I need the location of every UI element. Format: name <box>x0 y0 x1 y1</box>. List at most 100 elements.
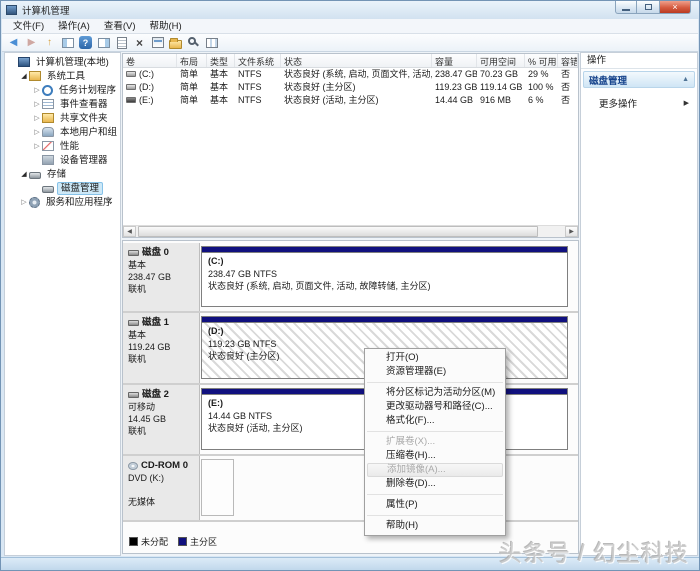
expander-closed-icon[interactable]: ▷ <box>32 126 42 139</box>
menu-item-format[interactable]: 格式化(F)... <box>365 414 505 428</box>
delete-icon[interactable]: × <box>132 35 147 50</box>
disk-management-icon <box>42 186 54 193</box>
disk-state: 联机 <box>128 425 196 437</box>
menu-view[interactable]: 查看(V) <box>97 19 143 34</box>
tree-item-storage[interactable]: ◢ 存储 <box>5 167 120 181</box>
disk-0-label[interactable]: 磁盘 0 基本 238.47 GB 联机 <box>123 243 200 311</box>
expander-closed-icon[interactable]: ▷ <box>19 196 29 209</box>
more-actions-item[interactable]: 更多操作 ▶ <box>581 96 697 110</box>
partition-c[interactable]: (C:) 238.47 GB NTFS 状态良好 (系统, 启动, 页面文件, … <box>201 246 568 307</box>
menu-item-explorer[interactable]: 资源管理器(E) <box>365 365 505 379</box>
tree-item-computer-management[interactable]: 计算机管理(本地) <box>5 55 120 69</box>
minimize-button[interactable] <box>615 1 637 14</box>
col-layout[interactable]: 布局 <box>177 54 207 67</box>
volume-free: 119.14 GB <box>477 81 525 94</box>
actions-section-disk-management[interactable]: 磁盘管理 ▲ <box>583 71 695 88</box>
tree-item-label: 系统工具 <box>44 70 88 83</box>
tree-item-services-applications[interactable]: ▷ 服务和应用程序 <box>5 195 120 209</box>
storage-icon <box>29 172 41 179</box>
disk-icon <box>128 320 139 326</box>
volume-fs: NTFS <box>235 68 281 81</box>
close-button[interactable]: × <box>659 1 691 14</box>
menu-item-properties[interactable]: 属性(P) <box>365 498 505 512</box>
context-menu: 打开(O) 资源管理器(E) 将分区标记为活动分区(M) 更改驱动器号和路径(C… <box>364 348 506 536</box>
export-list-icon[interactable] <box>114 35 129 50</box>
menu-separator <box>367 515 503 516</box>
disk-size: 14.45 GB <box>128 413 196 425</box>
col-capacity[interactable]: 容量 <box>432 54 477 67</box>
menu-file[interactable]: 文件(F) <box>6 19 51 34</box>
volume-fs: NTFS <box>235 81 281 94</box>
tree-item-shared-folders[interactable]: ▷ 共享文件夹 <box>5 111 120 125</box>
col-type[interactable]: 类型 <box>207 54 235 67</box>
disk-2-label[interactable]: 磁盘 2 可移动 14.45 GB 联机 <box>123 385 200 454</box>
tree-item-label: 任务计划程序 <box>56 84 119 97</box>
tree-item-label: 本地用户和组 <box>57 126 120 139</box>
toolbar: ◀ ▶ ↑ ? × <box>2 34 698 52</box>
menu-item-delete-volume[interactable]: 删除卷(D)... <box>365 477 505 491</box>
tree-item-system-tools[interactable]: ◢ 系统工具 <box>5 69 120 83</box>
open-folder-icon[interactable] <box>168 35 183 50</box>
tree-item-task-scheduler[interactable]: ▷ 任务计划程序 <box>5 83 120 97</box>
disk-1-label[interactable]: 磁盘 1 基本 119.24 GB 联机 <box>123 313 200 383</box>
tree-item-disk-management[interactable]: 磁盘管理 <box>5 181 120 195</box>
volume-fault-tolerance: 否 <box>558 68 578 81</box>
maximize-button[interactable] <box>637 1 659 14</box>
expander-closed-icon[interactable]: ▷ <box>32 140 42 153</box>
col-fault-tolerance[interactable]: 容错 <box>558 54 578 67</box>
tree-item-label: 磁盘管理 <box>57 182 103 195</box>
col-pct-free[interactable]: % 可用 <box>525 54 558 67</box>
tree-item-local-users-groups[interactable]: ▷ 本地用户和组 <box>5 125 120 139</box>
views-icon[interactable] <box>204 35 219 50</box>
cdrom-0-row: CD-ROM 0 DVD (K:) 无媒体 <box>123 456 578 522</box>
horizontal-scrollbar[interactable]: ◀ ▶ <box>123 225 578 237</box>
volume-row-d[interactable]: (D:) 简单 基本 NTFS 状态良好 (主分区) 119.23 GB 119… <box>123 81 578 94</box>
disk-name: 磁盘 0 <box>142 247 169 259</box>
tree-item-performance[interactable]: ▷ 性能 <box>5 139 120 153</box>
show-action-pane-icon[interactable] <box>96 35 111 50</box>
col-free-space[interactable]: 可用空间 <box>477 54 525 67</box>
back-icon[interactable]: ◀ <box>6 35 21 50</box>
menu-item-shrink-volume[interactable]: 压缩卷(H)... <box>365 449 505 463</box>
expander-closed-icon[interactable]: ▷ <box>32 112 42 125</box>
volume-row-c[interactable]: (C:) 简单 基本 NTFS 状态良好 (系统, 启动, 页面文件, 活动, … <box>123 68 578 81</box>
menu-item-change-drive-letter[interactable]: 更改驱动器号和路径(C)... <box>365 400 505 414</box>
expander-closed-icon[interactable]: ▷ <box>32 98 42 111</box>
forward-icon[interactable]: ▶ <box>24 35 39 50</box>
find-icon[interactable] <box>186 35 201 50</box>
tree-item-device-manager[interactable]: 设备管理器 <box>5 153 120 167</box>
collapse-icon[interactable]: ▲ <box>682 76 689 83</box>
scroll-left-icon[interactable]: ◀ <box>123 226 136 237</box>
menu-item-extend-volume: 扩展卷(X)... <box>365 435 505 449</box>
cdrom-0-label[interactable]: CD-ROM 0 DVD (K:) 无媒体 <box>123 456 200 520</box>
disk-state: 无媒体 <box>128 496 196 508</box>
col-status[interactable]: 状态 <box>281 54 432 67</box>
actions-pane-title: 操作 <box>581 53 697 69</box>
volume-fault-tolerance: 否 <box>558 81 578 94</box>
disk-state: 联机 <box>128 353 196 365</box>
expander-open-icon[interactable]: ◢ <box>19 70 29 83</box>
tree-item-label: 设备管理器 <box>57 154 111 167</box>
menu-help[interactable]: 帮助(H) <box>142 19 188 34</box>
properties-icon[interactable] <box>150 35 165 50</box>
scrollbar-thumb[interactable] <box>138 226 538 237</box>
menu-item-help[interactable]: 帮助(H) <box>365 519 505 533</box>
help-icon[interactable]: ? <box>78 35 93 50</box>
show-console-tree-icon[interactable] <box>60 35 75 50</box>
work-area: 计算机管理(本地) ◢ 系统工具 ▷ 任务计划程序 ▷ 事件查看器 ▷ 共享文件… <box>4 52 698 556</box>
menu-item-mark-active[interactable]: 将分区标记为活动分区(M) <box>365 386 505 400</box>
menu-action[interactable]: 操作(A) <box>51 19 97 34</box>
scroll-right-icon[interactable]: ▶ <box>565 226 578 237</box>
menu-bar: 文件(F) 操作(A) 查看(V) 帮助(H) <box>2 19 698 34</box>
col-filesystem[interactable]: 文件系统 <box>235 54 281 67</box>
tree-item-event-viewer[interactable]: ▷ 事件查看器 <box>5 97 120 111</box>
expander-closed-icon[interactable]: ▷ <box>32 84 42 97</box>
up-level-icon[interactable]: ↑ <box>42 35 57 50</box>
tree-item-label: 服务和应用程序 <box>43 196 116 209</box>
volume-name: (E:) <box>123 94 177 107</box>
col-volume[interactable]: 卷 <box>123 54 177 67</box>
menu-item-open[interactable]: 打开(O) <box>365 351 505 365</box>
volume-row-e[interactable]: (E:) 简单 基本 NTFS 状态良好 (活动, 主分区) 14.44 GB … <box>123 94 578 107</box>
expander-open-icon[interactable]: ◢ <box>19 168 29 181</box>
computer-management-window: 计算机管理 × 文件(F) 操作(A) 查看(V) 帮助(H) ◀ ▶ ↑ ? … <box>0 0 700 571</box>
